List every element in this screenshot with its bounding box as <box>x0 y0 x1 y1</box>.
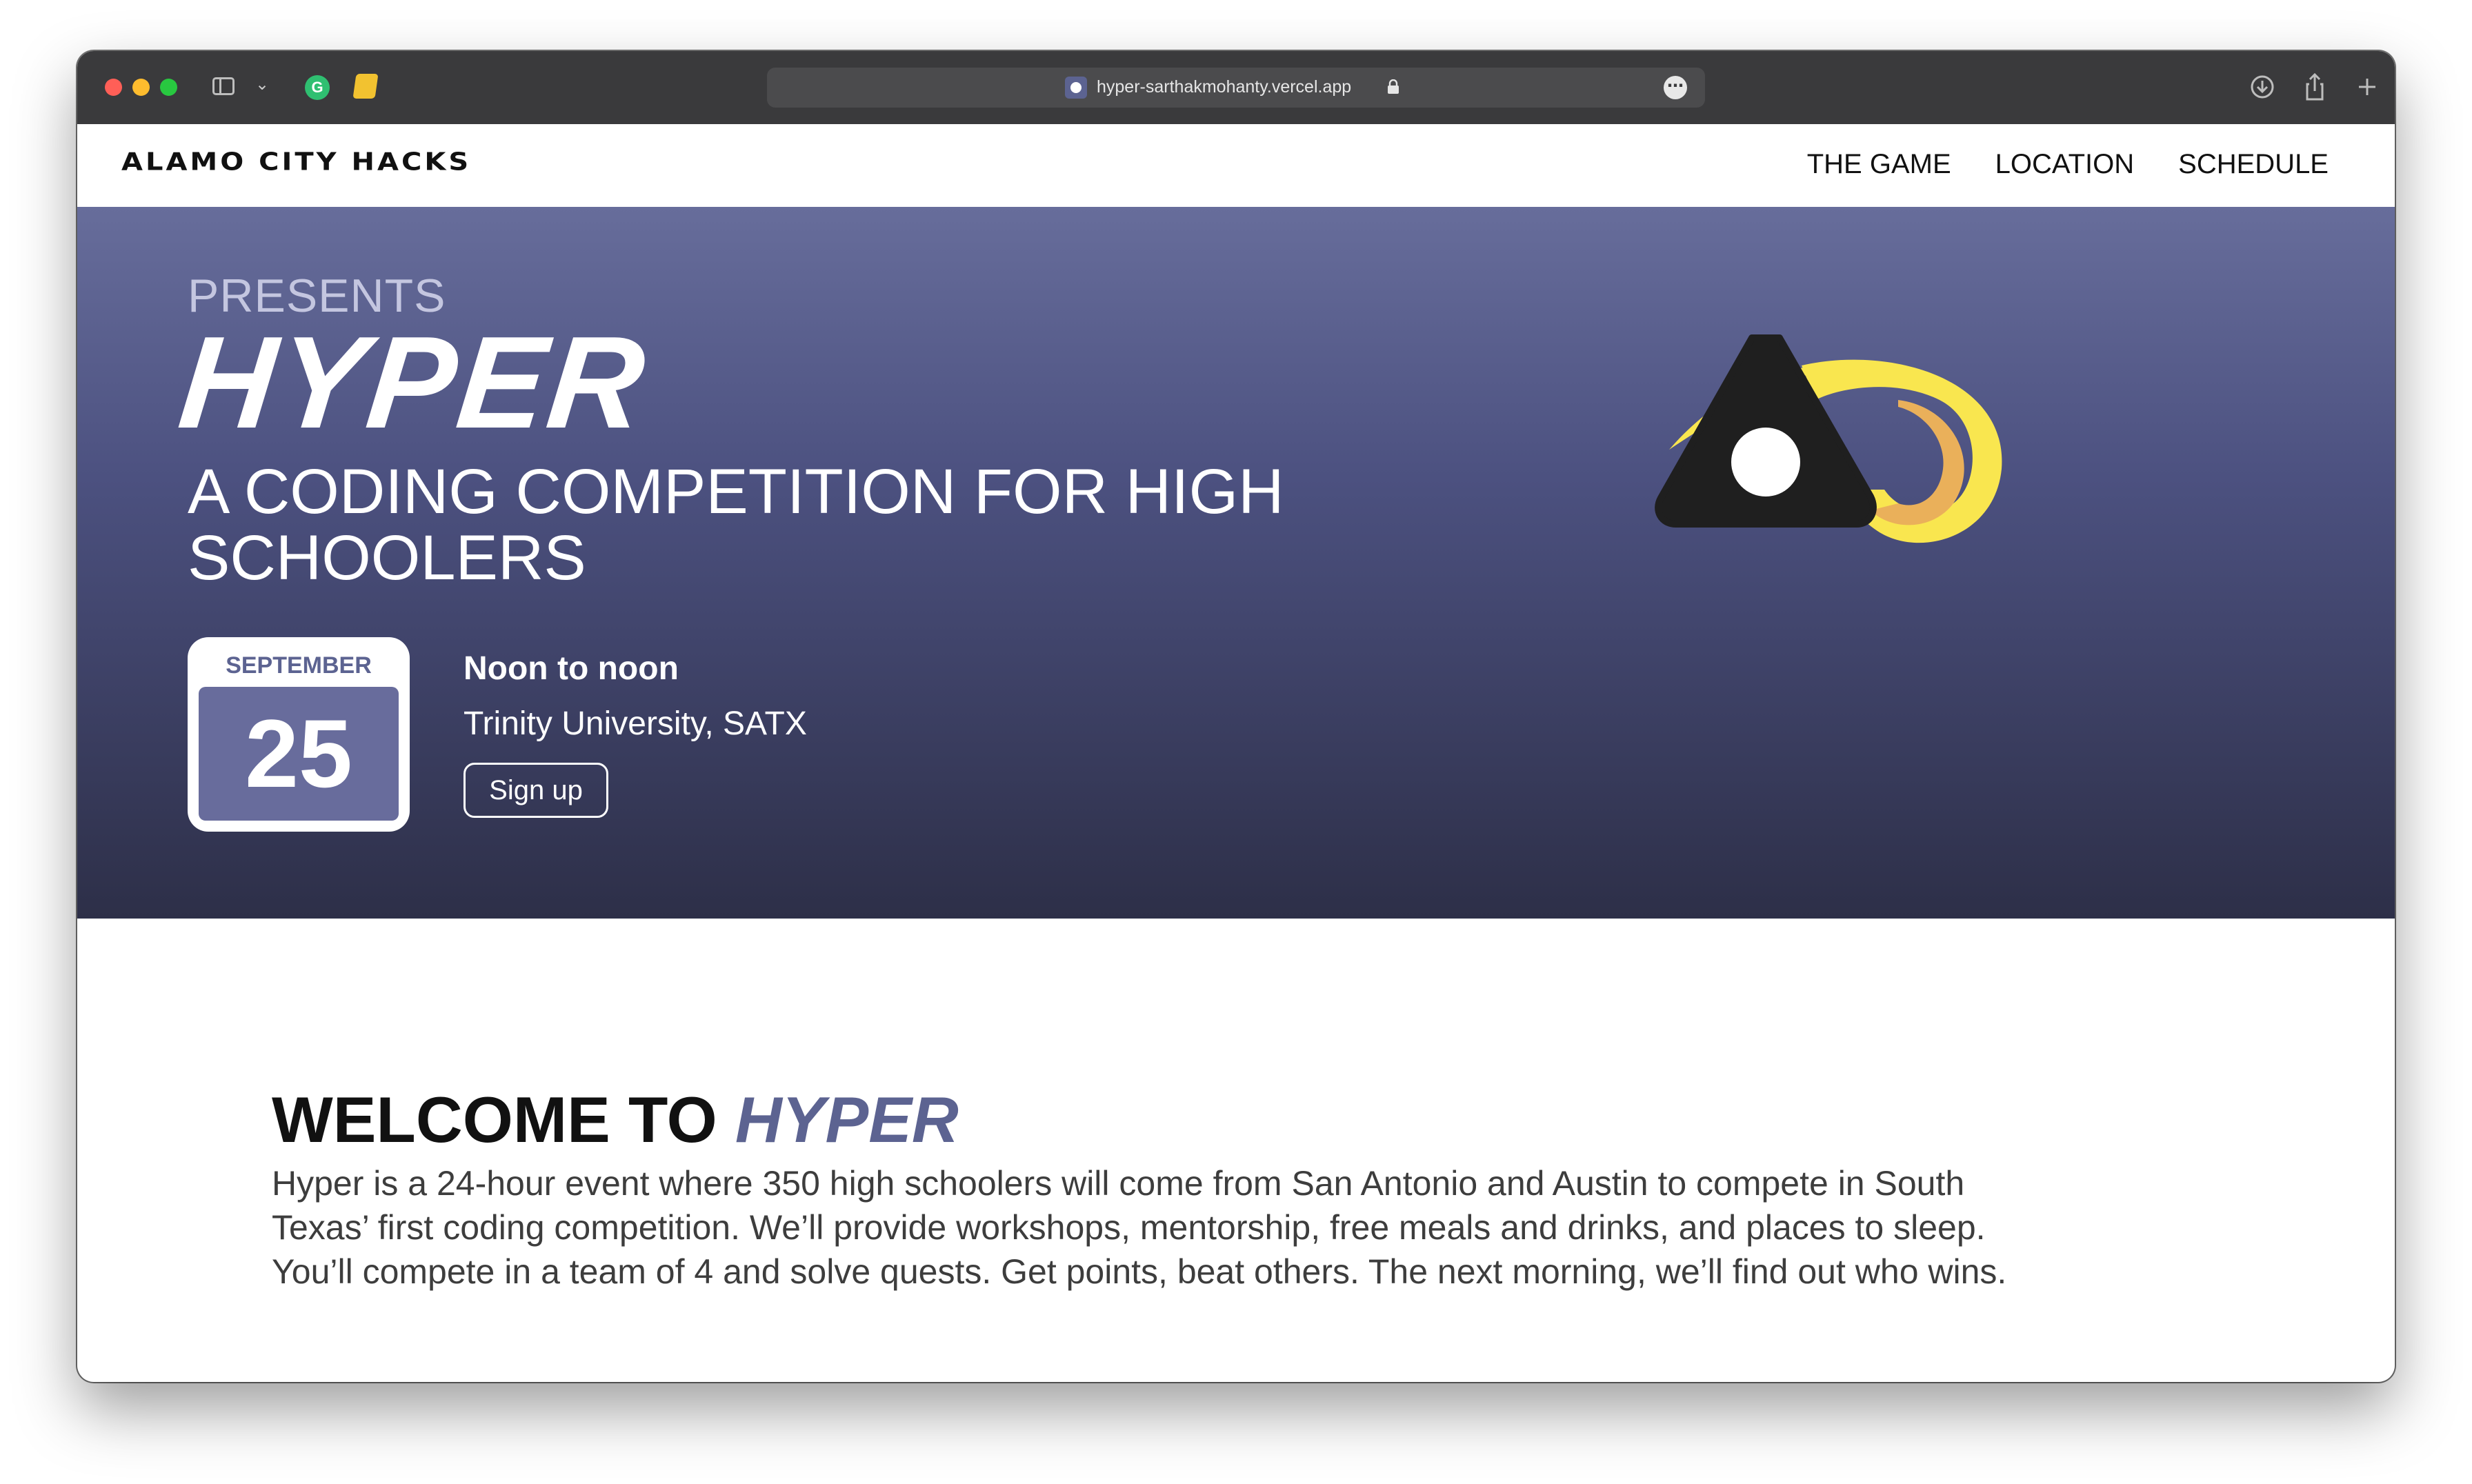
close-window-button[interactable] <box>105 79 122 96</box>
hyper-logo-icon <box>1655 334 2002 543</box>
sign-up-button[interactable]: Sign up <box>464 763 608 818</box>
welcome-description: Hyper is a 24-hour event where 350 high … <box>272 1164 2007 1291</box>
grammarly-extension-icon[interactable]: G <box>305 75 330 100</box>
site-navbar: ALAMO CITY HACKS THE GAME LOCATION SCHED… <box>77 124 2395 207</box>
url-text: hyper-sarthakmohanty.vercel.app <box>1097 77 1352 97</box>
notes-extension-icon[interactable] <box>352 74 379 99</box>
chevron-down-icon[interactable]: ⌄ <box>255 76 269 92</box>
hero-tagline: A CODING COMPETITION FOR HIGH SCHOOLERS <box>188 457 1284 593</box>
nav-links: THE GAME LOCATION SCHEDULE <box>1807 149 2329 180</box>
zoom-window-button[interactable] <box>160 79 177 96</box>
calendar-month: SEPTEMBER <box>226 652 372 679</box>
event-location: Trinity University, SATX <box>464 705 807 742</box>
hero-section: PRESENTS HYPER A CODING COMPETITION FOR … <box>77 207 2395 919</box>
calendar-day: 25 <box>245 699 352 808</box>
site-brand-logo[interactable]: ALAMO CITY HACKS <box>121 148 471 176</box>
lock-icon <box>1388 79 1399 94</box>
new-tab-icon[interactable] <box>2353 72 2381 102</box>
date-calendar-icon: SEPTEMBER 25 <box>188 637 410 832</box>
welcome-heading-highlight: HYPER <box>735 1083 959 1156</box>
event-time: Noon to noon <box>464 650 679 687</box>
welcome-heading-prefix: WELCOME TO <box>272 1083 717 1156</box>
nav-link-schedule[interactable]: SCHEDULE <box>2178 149 2329 180</box>
sidebar-toggle-icon[interactable] <box>212 77 235 95</box>
share-icon[interactable] <box>2301 72 2329 102</box>
more-options-icon[interactable]: ⋯ <box>1664 76 1687 99</box>
minimize-window-button[interactable] <box>132 79 150 96</box>
welcome-heading: WELCOME TO HYPER <box>272 1083 959 1157</box>
browser-window: ⌄ G hyper-sarthakmohanty.vercel.app ⋯ AL… <box>77 51 2395 1382</box>
site-favicon-icon <box>1065 77 1087 99</box>
nav-link-the-game[interactable]: THE GAME <box>1807 149 1951 180</box>
nav-link-location[interactable]: LOCATION <box>1995 149 2135 180</box>
downloads-icon[interactable] <box>2249 72 2276 102</box>
address-bar[interactable]: hyper-sarthakmohanty.vercel.app ⋯ <box>767 68 1705 108</box>
browser-toolbar: ⌄ G hyper-sarthakmohanty.vercel.app ⋯ <box>77 51 2395 126</box>
hero-title: HYPER <box>172 310 654 456</box>
calendar-day-box: 25 <box>199 687 399 821</box>
